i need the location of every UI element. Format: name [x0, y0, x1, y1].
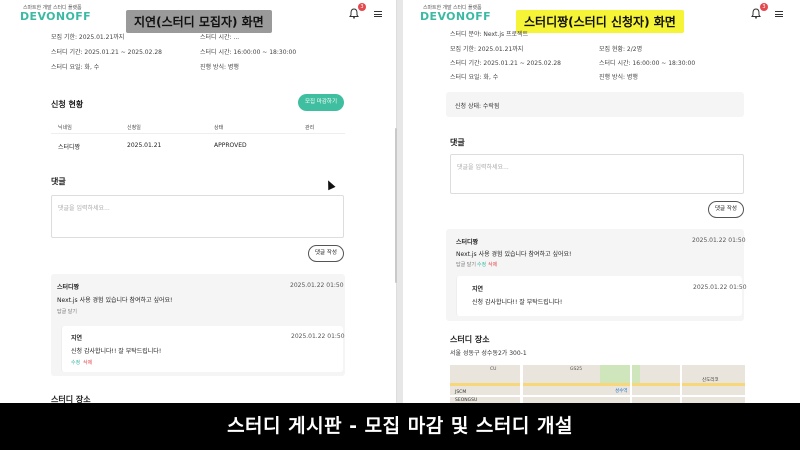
map-road	[450, 395, 745, 397]
apply-status: 신청 상태: 수락됨	[455, 103, 500, 110]
menu-icon[interactable]	[374, 11, 382, 17]
applications-title: 신청 현황	[51, 100, 84, 109]
reply-body: 신청 감사합니다!! 잘 부탁드립니다!	[71, 348, 162, 355]
col-manage: 관리	[305, 125, 315, 131]
reply-time: 2025.01.22 01:50	[291, 333, 345, 340]
comment-time: 2025.01.22 01:50	[290, 282, 344, 289]
screen-caption: 지연(스터디 모집자) 화면	[126, 10, 272, 33]
reply-body: 신청 감사합니다!! 잘 부탁드립니다!	[472, 299, 563, 306]
col-status: 상태	[214, 125, 224, 131]
park-area	[600, 365, 640, 383]
comment-body: Next.js 사용 경험 있습니다 참여하고 싶어요!	[57, 297, 173, 304]
notification-badge: 3	[358, 3, 366, 11]
map-label: 성수역	[615, 389, 628, 394]
logo[interactable]: DEVONOFF	[20, 10, 91, 23]
bell-icon[interactable]	[349, 8, 359, 19]
reply-card: 지연 2025.01.22 01:50 신청 감사합니다!! 잘 부탁드립니다!…	[61, 326, 345, 372]
study-method: 진행 방식: 병행	[200, 64, 239, 71]
col-date: 신청일	[127, 125, 141, 131]
reply-delete-link[interactable]: 삭제	[83, 359, 92, 366]
study-days: 스터디 요일: 화, 수	[450, 74, 499, 81]
comments-title: 댓글	[450, 138, 465, 147]
map-label: GS25	[570, 367, 583, 372]
map-label: 신도리코	[702, 378, 719, 383]
comments-title: 댓글	[51, 177, 66, 186]
comment-input[interactable]: 댓글을 입력하세요...	[51, 195, 344, 238]
study-time: 스터디 시간: 16:00:00 ~ 18:30:00	[200, 49, 297, 56]
comment-card: 스터디짱 2025.01.22 01:50 Next.js 사용 경험 있습니다…	[446, 229, 747, 321]
reply-link[interactable]: 답글 달기	[57, 308, 77, 315]
comment-author: 스터디짱	[57, 284, 80, 291]
comment-time: 2025.01.22 01:50	[692, 237, 746, 244]
table-divider	[51, 133, 345, 134]
comment-body: Next.js 사용 경험 있습니다 참여하고 싶어요!	[456, 251, 572, 258]
map-road	[680, 365, 682, 405]
location-title: 스터디 장소	[51, 395, 91, 403]
study-method: 진행 방식: 병행	[599, 74, 638, 81]
map-road	[450, 383, 745, 386]
location-map[interactable]: CU GS25 성수역 JSCM SEONGSU 신도리코	[450, 365, 745, 405]
recruit-period: 모집 기한: 2025.01.21까지	[51, 34, 125, 41]
comment-delete-link[interactable]: 삭제	[488, 261, 497, 268]
reply-author: 지연	[472, 286, 484, 293]
menu-icon[interactable]	[775, 11, 783, 17]
logo[interactable]: DEVONOFF	[420, 10, 491, 23]
capacity: 모집 현황: 2/2명	[599, 46, 643, 53]
map-label: JSCM	[455, 390, 467, 395]
reply-edit-link[interactable]: 수정	[71, 359, 80, 366]
comment-author: 스터디짱	[456, 239, 479, 246]
video-subtitle: 스터디 게시판 - 모집 마감 및 스터디 개설	[0, 403, 800, 450]
map-road	[630, 365, 632, 405]
col-nickname: 닉네임	[58, 125, 72, 131]
apply-status-box: 신청 상태: 수락됨	[446, 92, 744, 117]
info-top-right: 스터디 시간: ...	[200, 34, 240, 41]
reply-card: 지연 2025.01.22 01:50 신청 감사합니다!! 잘 부탁드립니다!	[456, 276, 747, 316]
reply-time: 2025.01.22 01:50	[693, 284, 747, 291]
recruit-period: 모집 기한: 2025.01.21까지	[450, 46, 524, 53]
notification-badge: 3	[760, 3, 768, 11]
submit-comment-button[interactable]: 댓글 작성	[708, 201, 744, 218]
comment-placeholder: 댓글을 입력하세요...	[58, 205, 110, 212]
screen-caption: 스터디짱(스터디 신청자) 화면	[516, 10, 684, 33]
comment-placeholder: 댓글을 입력하세요...	[457, 164, 509, 171]
submit-comment-button[interactable]: 댓글 작성	[308, 245, 344, 262]
row-nickname: 스터디짱	[58, 144, 81, 151]
study-days: 스터디 요일: 화, 수	[51, 64, 100, 71]
location-address: 서울 성동구 성수동2가 300-1	[450, 350, 527, 357]
location-title: 스터디 장소	[450, 335, 490, 344]
comment-edit-link[interactable]: 수정	[477, 261, 486, 268]
map-label: CU	[490, 367, 497, 372]
study-period: 스터디 기간: 2025.01.21 ~ 2025.02.28	[450, 60, 561, 67]
reply-author: 지연	[71, 335, 83, 342]
study-period: 스터디 기간: 2025.01.21 ~ 2025.02.28	[51, 49, 162, 56]
reply-link[interactable]: 답글 달기	[456, 261, 476, 268]
study-time: 스터디 시간: 16:00:00 ~ 18:30:00	[599, 60, 696, 67]
map-road	[520, 365, 523, 405]
close-recruit-button[interactable]: 모집 마감하기	[298, 94, 344, 111]
applicant-window: 스마트한 개발 스터디 플랫폼 DEVONOFF 3 스터디짱(스터디 신청자)…	[403, 0, 800, 403]
row-status: APPROVED	[214, 142, 247, 149]
bell-icon[interactable]	[751, 8, 761, 19]
study-category: 스터디 분야: Next.js 프로젝트	[450, 31, 529, 38]
comment-card: 스터디짱 2025.01.22 01:50 Next.js 사용 경험 있습니다…	[51, 274, 345, 376]
recruiter-window: 스마트한 개발 스터디 플랫폼 DEVONOFF 3 지연(스터디 모집자) 화…	[0, 0, 397, 403]
comment-input[interactable]: 댓글을 입력하세요...	[450, 154, 744, 194]
row-date: 2025.01.21	[127, 142, 162, 149]
